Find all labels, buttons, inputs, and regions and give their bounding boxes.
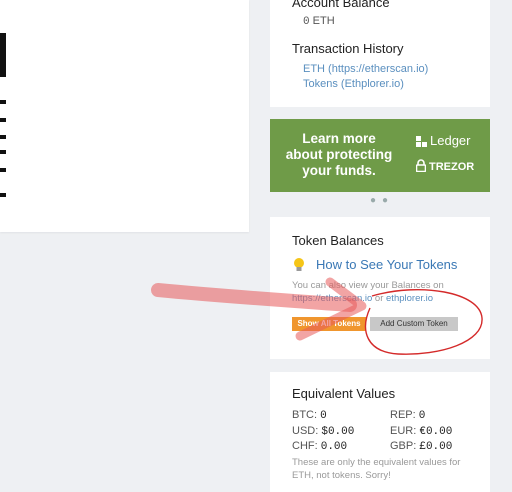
carousel-dot[interactable]: ● <box>370 195 376 206</box>
token-balances-title: Token Balances <box>292 233 384 248</box>
account-card: Account Balance 0 ETH Transaction Histor… <box>270 0 490 107</box>
show-all-tokens-button[interactable]: Show All Tokens <box>292 317 366 331</box>
banner-text: Learn more about protecting your funds. <box>280 131 398 179</box>
ethplorer-link[interactable]: ethplorer.io <box>386 293 433 304</box>
redaction-bar <box>0 118 6 122</box>
carousel-dot[interactable]: ● <box>382 195 388 206</box>
ledger-logo[interactable]: Ledger <box>416 133 470 150</box>
eur-value: EUR: €0.00 <box>390 425 453 438</box>
balance-amount: 0 <box>303 16 310 28</box>
etherscan-link[interactable]: https://etherscan.io <box>292 293 372 304</box>
trezor-logo[interactable]: TREZOR <box>415 159 475 175</box>
redaction-bar <box>0 193 6 197</box>
btc-value: BTC: 0 <box>292 409 327 422</box>
rep-value: REP: 0 <box>390 409 426 422</box>
redaction-bar <box>0 33 6 77</box>
equivalent-values-card: Equivalent Values BTC: 0 REP: 0 USD: $0.… <box>270 372 490 492</box>
transaction-history-title: Transaction History <box>292 41 404 56</box>
banner-line: about protecting <box>285 147 393 162</box>
token-note: You can also view your Balances on https… <box>292 279 482 305</box>
token-note-text: You can also view your Balances on <box>292 280 444 291</box>
redaction-bar <box>0 135 6 139</box>
ledger-label: Ledger <box>430 133 471 148</box>
ethplorer-history-link[interactable]: Tokens (Ethplorer.io) <box>303 78 404 90</box>
how-to-see-tokens-link[interactable]: How to See Your Tokens <box>316 257 457 272</box>
redaction-bar <box>0 100 6 104</box>
trezor-label: TREZOR <box>429 161 475 173</box>
hardware-wallet-banner[interactable]: Learn more about protecting your funds. … <box>270 119 490 192</box>
etherscan-history-link[interactable]: ETH (https://etherscan.io) <box>303 63 428 75</box>
banner-line: your funds. <box>302 163 376 178</box>
token-balances-card: Token Balances How to See Your Tokens Yo… <box>270 217 490 359</box>
gbp-value: GBP: £0.00 <box>390 440 453 453</box>
lightbulb-icon <box>292 257 306 276</box>
lock-icon <box>415 159 427 175</box>
ledger-icon <box>416 135 427 150</box>
account-balance-title: Account Balance <box>292 0 390 10</box>
balance-unit: ETH <box>312 15 335 27</box>
token-note-or: or <box>374 293 384 304</box>
add-custom-token-button[interactable]: Add Custom Token <box>370 317 458 331</box>
redaction-bar <box>0 150 6 154</box>
equivalent-values-note: These are only the equivalent values for… <box>292 457 461 481</box>
equivalent-values-title: Equivalent Values <box>292 386 396 401</box>
wallet-panel <box>0 0 249 232</box>
usd-value: USD: $0.00 <box>292 425 355 438</box>
account-balance-value: 0 ETH <box>303 15 335 28</box>
banner-line: Learn more <box>302 131 376 146</box>
redaction-bar <box>0 168 6 172</box>
chf-value: CHF: 0.00 <box>292 440 348 453</box>
